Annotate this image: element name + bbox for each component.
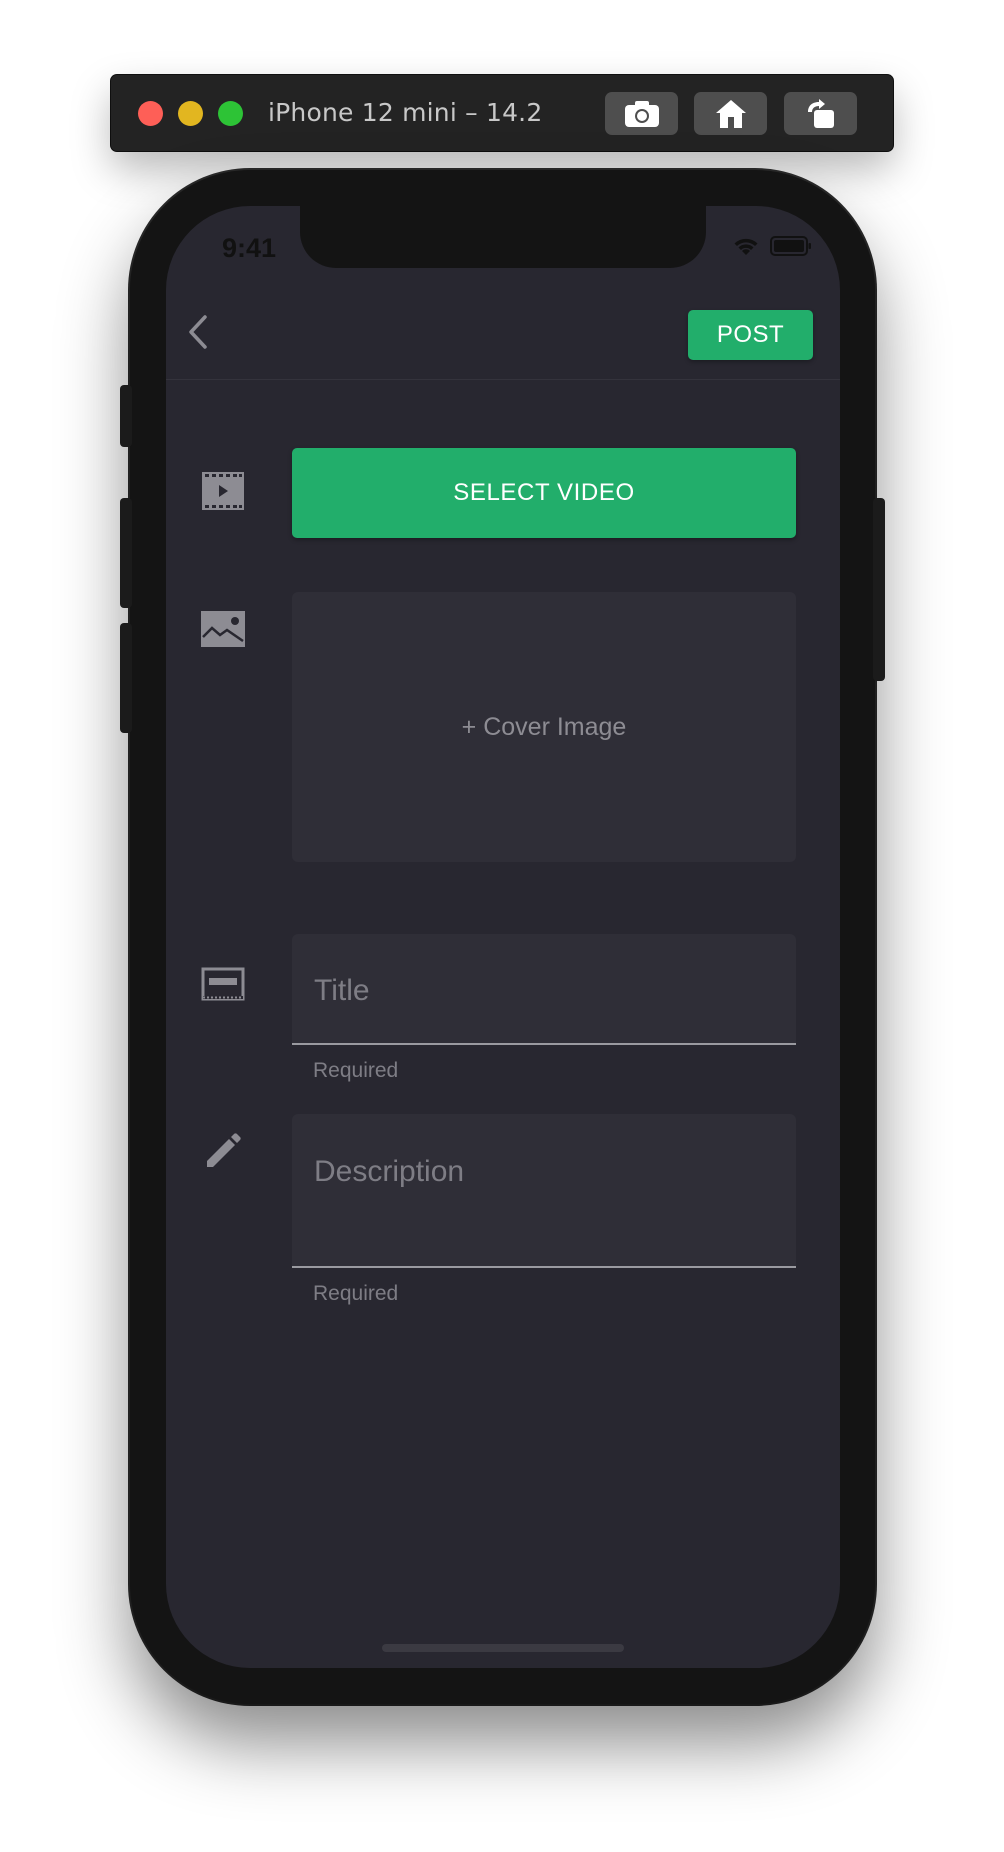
- screenshot-button[interactable]: [605, 92, 678, 135]
- pencil-icon: [207, 1133, 241, 1167]
- volume-up-button: [120, 498, 132, 608]
- back-button[interactable]: [178, 310, 218, 354]
- cover-image-picker[interactable]: + Cover Image: [292, 592, 796, 862]
- image-icon: [201, 611, 245, 647]
- simulator-title-bar: iPhone 12 mini – 14.2: [111, 75, 893, 151]
- notch: [300, 206, 706, 268]
- screenshot-icon: [624, 100, 659, 127]
- post-button[interactable]: POST: [688, 310, 813, 360]
- window-maximize-button[interactable]: [218, 101, 243, 126]
- cover-image-label: + Cover Image: [461, 712, 627, 741]
- cover-image-row-icon: [200, 606, 246, 652]
- volume-down-button: [120, 623, 132, 733]
- rotate-button[interactable]: [784, 92, 857, 135]
- film-icon: [202, 472, 244, 510]
- mute-switch: [120, 385, 132, 447]
- simulator-title: iPhone 12 mini – 14.2: [268, 98, 543, 127]
- chevron-left-icon: [189, 315, 207, 349]
- power-button: [873, 498, 885, 681]
- rotate-icon: [807, 98, 834, 128]
- phone-screen: 9:41 POST SELECT VIDEO + Cover Image Tit…: [166, 206, 840, 1668]
- status-icons: [732, 236, 812, 256]
- description-placeholder: Description: [314, 1155, 465, 1188]
- select-video-button[interactable]: SELECT VIDEO: [292, 448, 796, 538]
- title-field-icon: [201, 967, 245, 1001]
- title-placeholder: Title: [314, 974, 370, 1007]
- window-minimize-button[interactable]: [178, 101, 203, 126]
- home-icon: [715, 99, 746, 128]
- description-row-icon: [200, 1128, 246, 1174]
- video-row-icon: [200, 468, 246, 514]
- description-field[interactable]: Description: [292, 1114, 796, 1268]
- description-helper-text: Required: [313, 1282, 399, 1305]
- home-button[interactable]: [694, 92, 767, 135]
- title-row-icon: [200, 961, 246, 1007]
- battery-icon: [770, 236, 811, 256]
- title-field[interactable]: Title: [292, 934, 796, 1045]
- title-helper-text: Required: [313, 1059, 399, 1082]
- status-time: 9:41: [222, 233, 277, 263]
- home-indicator[interactable]: [382, 1644, 624, 1652]
- window-close-button[interactable]: [138, 101, 163, 126]
- wifi-icon: [734, 238, 758, 255]
